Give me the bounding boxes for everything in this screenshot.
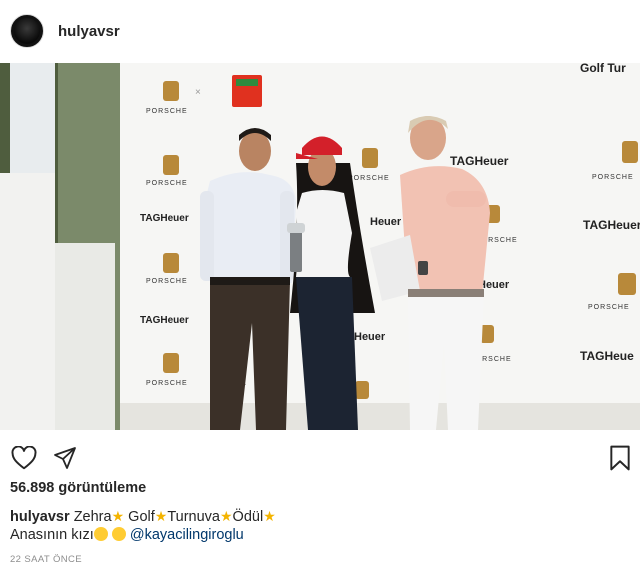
svg-text:PORSCHE: PORSCHE xyxy=(146,180,188,187)
bookmark-icon[interactable] xyxy=(605,443,635,473)
heart-icon[interactable] xyxy=(9,443,39,473)
caption-word: Golf xyxy=(128,509,155,525)
svg-text:PORSCHE: PORSCHE xyxy=(146,278,188,285)
svg-text:Heuer: Heuer xyxy=(354,331,386,343)
caption-line-2: Anasının kızı @kayacilingiroglu xyxy=(10,527,244,543)
caption-text: Anasının kızı xyxy=(10,527,94,543)
post-timestamp[interactable]: 22 SAAT ÖNCE xyxy=(10,554,82,565)
svg-text:TAGHeuer: TAGHeuer xyxy=(140,315,189,326)
post-username[interactable]: hulyavsr xyxy=(58,23,120,40)
svg-text:×: × xyxy=(195,87,201,98)
caption-word: Zehra xyxy=(73,509,112,525)
star-icon: ★ xyxy=(154,508,168,524)
tongue-emoji-icon xyxy=(93,527,108,541)
caption-username[interactable]: hulyavsr xyxy=(10,509,70,525)
grin-emoji-icon xyxy=(111,527,126,541)
svg-text:PORSCHE: PORSCHE xyxy=(348,175,390,182)
caption-word: Turnuva xyxy=(167,509,220,525)
post-video[interactable]: Golf Tur PORSCHE × PORSCHE TAGHeuer PORS… xyxy=(0,63,640,430)
svg-text:TAGHeuer: TAGHeuer xyxy=(450,154,509,168)
star-icon: ★ xyxy=(111,508,125,524)
post-header: hulyavsr xyxy=(0,0,640,62)
svg-text:PORSCHE: PORSCHE xyxy=(588,304,630,311)
caption-word: Ödül xyxy=(232,509,264,525)
avatar[interactable] xyxy=(10,14,44,48)
action-bar xyxy=(0,443,640,473)
svg-text:PORSCHE: PORSCHE xyxy=(592,174,634,181)
svg-text:TAGHeuer: TAGHeuer xyxy=(583,218,640,232)
svg-text:PORSCHE: PORSCHE xyxy=(146,380,188,387)
paper-plane-icon[interactable] xyxy=(50,443,80,473)
svg-text:PORSCHE: PORSCHE xyxy=(146,108,188,115)
caption-line-1: hulyavsr Zehra★ Golf★Turnuva★Ödül★ xyxy=(10,508,276,525)
svg-text:TAGHeuer: TAGHeuer xyxy=(140,213,189,224)
star-icon: ★ xyxy=(263,508,276,524)
view-count: 56.898 görüntüleme xyxy=(10,480,147,496)
svg-text:TAGHeue: TAGHeue xyxy=(580,349,634,363)
mention-link[interactable]: @kayacilingiroglu xyxy=(130,527,244,543)
svg-text:Heuer: Heuer xyxy=(370,216,402,228)
video-frame: Golf Tur PORSCHE × PORSCHE TAGHeuer PORS… xyxy=(0,63,640,430)
banner-text: Golf Tur xyxy=(580,63,626,75)
star-icon: ★ xyxy=(219,508,233,524)
